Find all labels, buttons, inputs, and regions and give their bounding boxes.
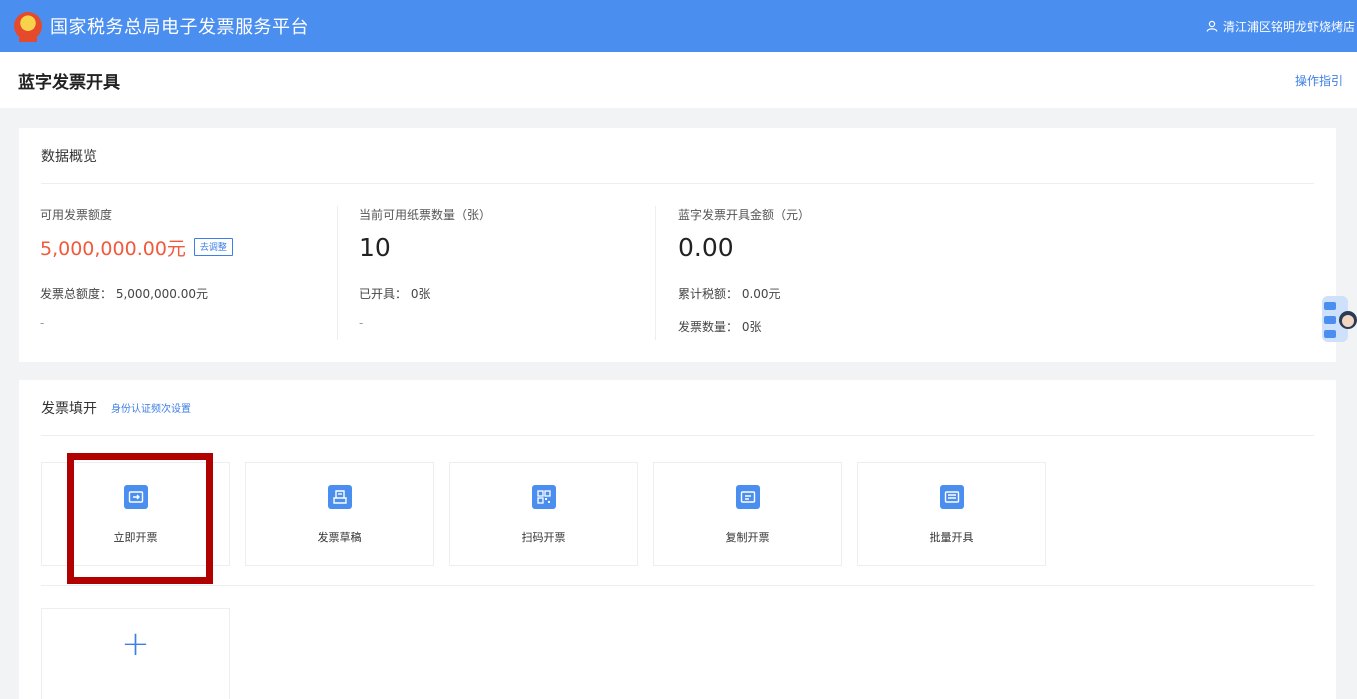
overview-title: 数据概览 bbox=[41, 148, 97, 165]
top-bar: 国家税务总局电子发票服务平台 清江浦区铭明龙虾烧烤店 bbox=[0, 0, 1357, 52]
data-overview-card: 数据概览 可用发票额度 5,000,000.00元 去调整 发票总额度： 5,0… bbox=[19, 128, 1336, 362]
invoice-fill-card: 发票填开 身份认证频次设置 立即开票 发票草稿 扫码开票 复制开票 批量开具 + bbox=[19, 380, 1336, 699]
copy-invoice-icon bbox=[735, 485, 760, 509]
page-title: 蓝字发票开具 bbox=[18, 72, 120, 93]
overview-stats: 可用发票额度 5,000,000.00元 去调整 发票总额度： 5,000,00… bbox=[19, 184, 1336, 362]
amount-stat: 蓝字发票开具金额（元） 0.00 累计税额： 0.00元 发票数量： 0张 bbox=[678, 184, 1078, 362]
tile-label: 发票草稿 bbox=[317, 531, 362, 544]
tile-draft[interactable]: 发票草稿 bbox=[245, 462, 434, 566]
batch-issue-icon bbox=[939, 485, 964, 509]
tile-label: 批量开具 bbox=[929, 531, 974, 544]
tile-label: 复制开票 bbox=[725, 531, 770, 544]
auth-frequency-link[interactable]: 身份认证频次设置 bbox=[111, 400, 191, 415]
paper-value: 10 bbox=[359, 232, 391, 262]
paper-issued: 已开具： 0张 bbox=[359, 287, 431, 301]
quota-label: 可用发票额度 bbox=[40, 208, 113, 222]
tile-copy-invoice[interactable]: 复制开票 bbox=[653, 462, 842, 566]
paper-label: 当前可用纸票数量（张） bbox=[359, 208, 492, 222]
quota-extra: - bbox=[40, 316, 45, 330]
add-function-tile[interactable]: + bbox=[41, 608, 230, 699]
assistant-avatar-icon bbox=[1322, 296, 1357, 342]
plus-icon: + bbox=[121, 624, 150, 664]
guide-link[interactable]: 操作指引 bbox=[1295, 72, 1343, 89]
overview-header: 数据概览 bbox=[41, 128, 1314, 184]
assistant-widget[interactable] bbox=[1318, 290, 1357, 348]
paper-extra: - bbox=[359, 316, 364, 330]
tile-label: 立即开票 bbox=[113, 531, 158, 544]
issue-now-icon bbox=[123, 485, 148, 509]
tax-emblem-icon bbox=[14, 12, 42, 42]
page-header: 蓝字发票开具 操作指引 bbox=[0, 52, 1357, 108]
quota-total: 发票总额度： 5,000,000.00元 bbox=[40, 287, 208, 301]
tile-scan-code[interactable]: 扫码开票 bbox=[449, 462, 638, 566]
tile-batch-issue[interactable]: 批量开具 bbox=[857, 462, 1046, 566]
tile-issue-now[interactable]: 立即开票 bbox=[41, 462, 230, 566]
brand[interactable]: 国家税务总局电子发票服务平台 bbox=[14, 12, 309, 42]
quota-value-row: 5,000,000.00元 去调整 bbox=[40, 231, 337, 263]
user-menu[interactable]: 清江浦区铭明龙虾烧烤店 bbox=[1206, 18, 1357, 35]
quota-stat: 可用发票额度 5,000,000.00元 去调整 发票总额度： 5,000,00… bbox=[40, 184, 337, 362]
adjust-button[interactable]: 去调整 bbox=[193, 238, 233, 256]
amount-count: 发票数量： 0张 bbox=[678, 320, 762, 334]
quota-value: 5,000,000.00元 bbox=[40, 237, 186, 260]
draft-icon bbox=[327, 485, 352, 509]
amount-value: 0.00 bbox=[678, 232, 734, 262]
fill-title: 发票填开 bbox=[41, 400, 97, 417]
amount-label: 蓝字发票开具金额（元） bbox=[678, 208, 811, 222]
stat-divider bbox=[337, 206, 338, 340]
qr-code-icon bbox=[531, 485, 556, 509]
amount-tax: 累计税额： 0.00元 bbox=[678, 287, 781, 301]
fill-header: 发票填开 身份认证频次设置 bbox=[41, 380, 1314, 436]
stat-divider bbox=[655, 206, 656, 340]
paper-stat: 当前可用纸票数量（张） 10 已开具： 0张 - bbox=[359, 184, 655, 362]
user-icon bbox=[1206, 20, 1218, 32]
content-area: 数据概览 可用发票额度 5,000,000.00元 去调整 发票总额度： 5,0… bbox=[0, 108, 1357, 699]
user-name: 清江浦区铭明龙虾烧烤店 bbox=[1222, 19, 1355, 34]
platform-title: 国家税务总局电子发票服务平台 bbox=[50, 17, 309, 38]
tiles-divider bbox=[41, 585, 1314, 586]
tile-label: 扫码开票 bbox=[521, 531, 566, 544]
